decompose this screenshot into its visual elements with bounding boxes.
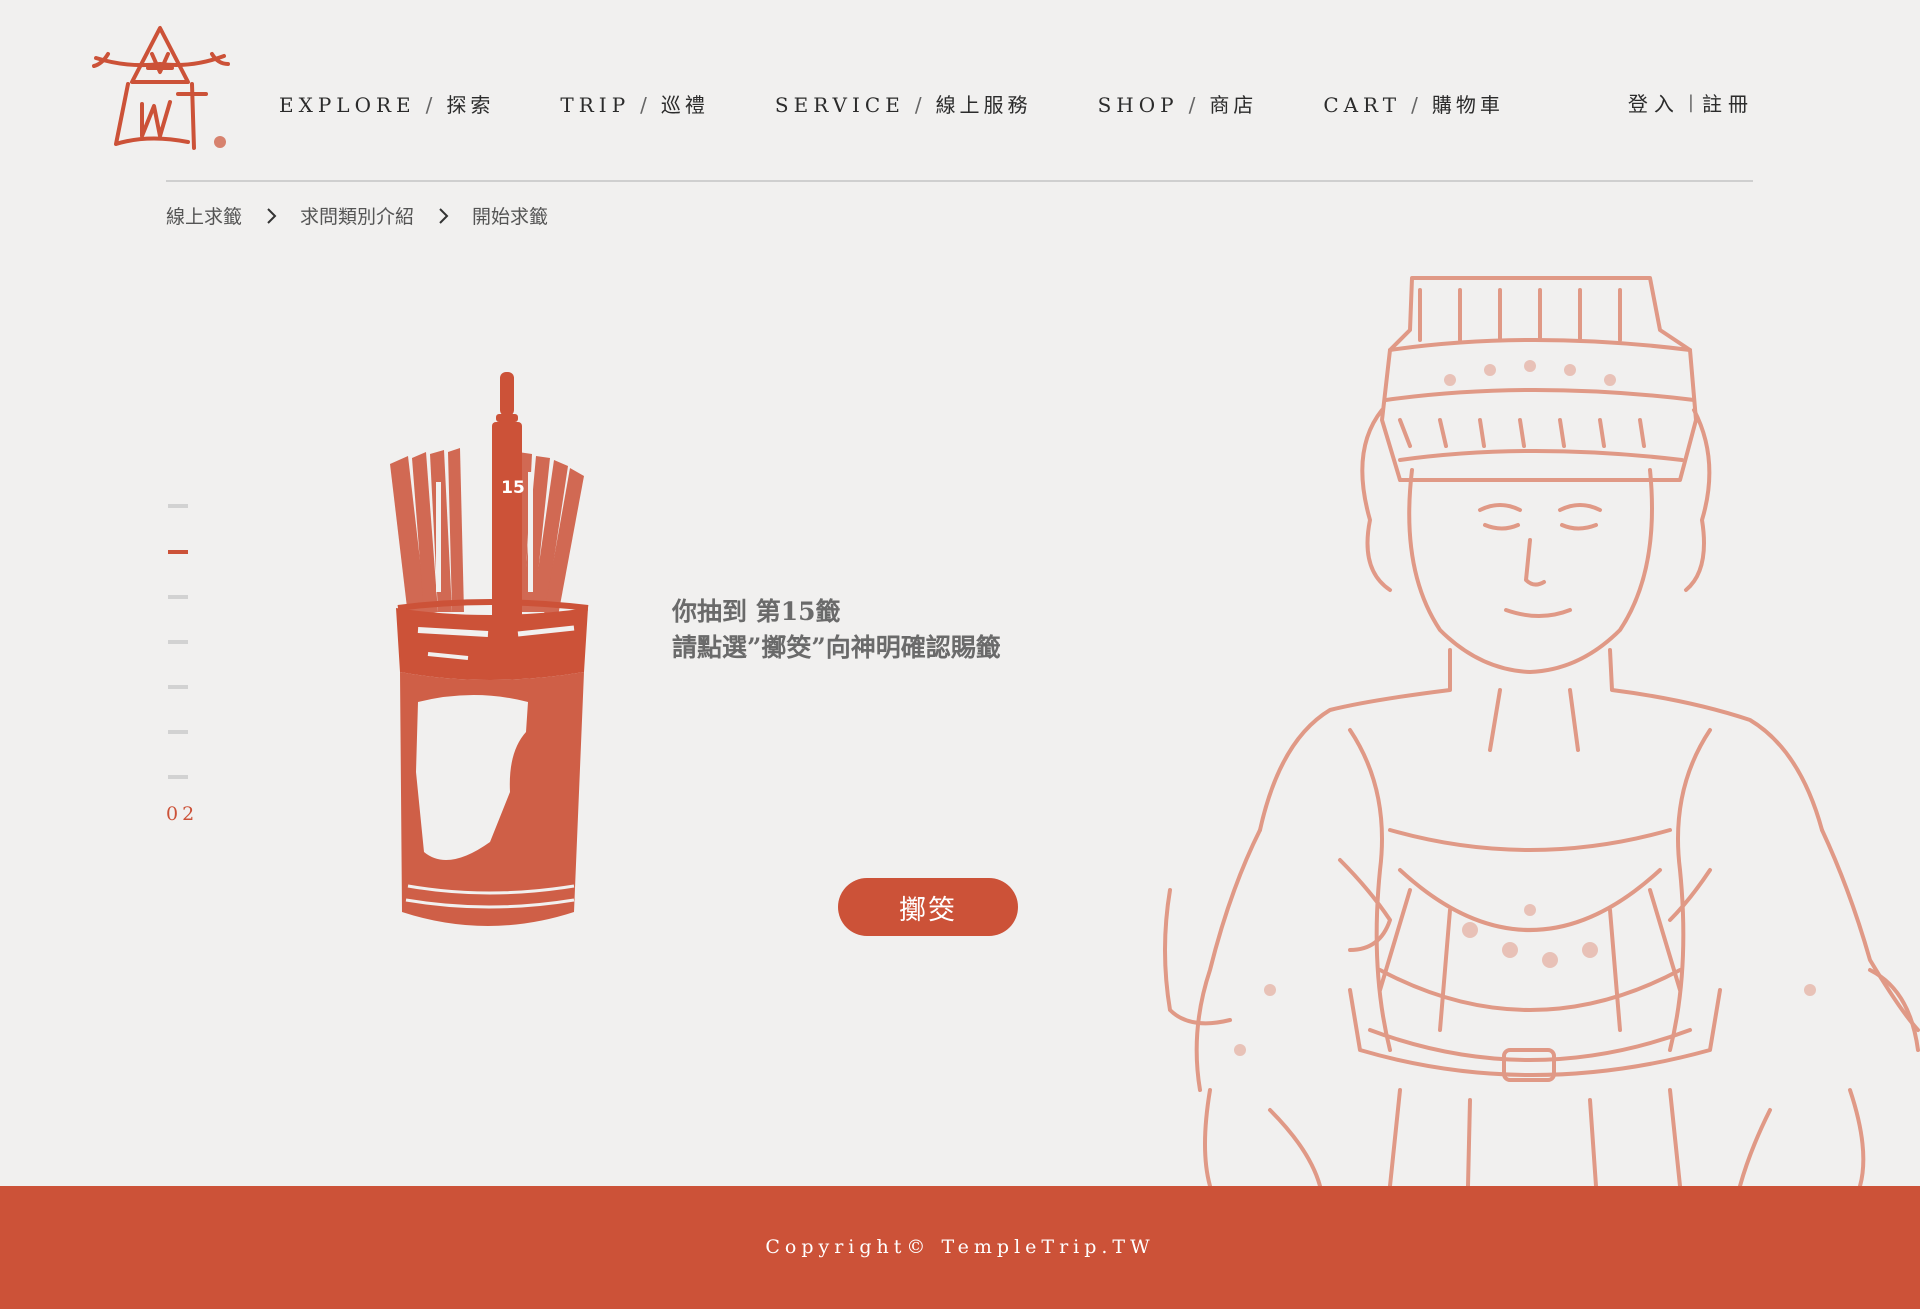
current-step-number: 02 bbox=[166, 803, 199, 825]
chevron-right-icon bbox=[267, 207, 277, 224]
temple-logo-icon bbox=[92, 26, 230, 150]
step-marker-7[interactable] bbox=[168, 775, 188, 779]
header-divider bbox=[166, 180, 1753, 182]
step-marker-1[interactable] bbox=[168, 504, 188, 508]
deity-sketch-illustration bbox=[1150, 270, 1920, 1188]
step-marker-3[interactable] bbox=[168, 595, 188, 599]
step-marker-2[interactable] bbox=[168, 550, 188, 554]
nav-trip-en: TRIP bbox=[560, 92, 631, 117]
main-nav: EXPLORE / 探索 TRIP / 巡禮 SERVICE / 線上服務 SHOP / 商店 … bbox=[279, 88, 1570, 118]
breadcrumb-category-intro[interactable]: 求問類別介紹 bbox=[300, 202, 414, 229]
copyright-text: Copyright© TempleTrip.TW bbox=[765, 1236, 1155, 1258]
nav-explore[interactable]: EXPLORE / 探索 bbox=[279, 89, 494, 118]
nav-cart-zh: 購物車 bbox=[1431, 92, 1504, 117]
nav-cart-en: CART bbox=[1323, 92, 1402, 117]
step-marker-5[interactable] bbox=[168, 685, 188, 689]
nav-separator: / bbox=[425, 92, 437, 117]
fortune-stick-cup: 15 bbox=[378, 372, 598, 934]
nav-explore-zh: 探索 bbox=[446, 92, 495, 117]
chevron-right-icon bbox=[439, 207, 449, 224]
nav-cart[interactable]: CART / 購物車 bbox=[1323, 89, 1504, 118]
fortune-result-text: 你抽到 第15籤 bbox=[672, 597, 841, 626]
site-footer: Copyright© TempleTrip.TW bbox=[0, 1186, 1920, 1309]
breadcrumb-start-fortune: 開始求籤 bbox=[472, 206, 549, 228]
nav-separator: / bbox=[1411, 92, 1422, 117]
throw-divination-blocks-button[interactable]: 擲筊 bbox=[838, 878, 1018, 936]
nav-shop-en: SHOP bbox=[1097, 92, 1179, 117]
mazu-deity-icon bbox=[1163, 276, 1920, 1188]
fortune-message: 你抽到 第15籤 請點選”擲筊”向神明確認賜籤 bbox=[672, 594, 1001, 666]
fortune-cup-illustration: 15 bbox=[390, 372, 589, 926]
drawn-stick-number: 15 bbox=[501, 478, 525, 498]
nav-shop[interactable]: SHOP / 商店 bbox=[1098, 89, 1258, 118]
auth-links: 登入 | 註冊 bbox=[1628, 88, 1754, 117]
step-marker-6[interactable] bbox=[168, 730, 188, 734]
nav-shop-zh: 商店 bbox=[1209, 92, 1258, 117]
login-link[interactable]: 登入 bbox=[1628, 88, 1680, 117]
nav-service-zh: 線上服務 bbox=[935, 92, 1032, 117]
nav-separator: / bbox=[1188, 92, 1200, 117]
breadcrumb: 線上求籤 求問類別介紹 開始求籤 bbox=[166, 202, 548, 229]
nav-explore-en: EXPLORE bbox=[279, 92, 416, 117]
nav-trip-zh: 巡禮 bbox=[660, 92, 709, 117]
auth-separator: | bbox=[1687, 92, 1694, 113]
step-marker-4[interactable] bbox=[168, 640, 188, 644]
nav-trip[interactable]: TRIP / 巡禮 bbox=[560, 89, 709, 118]
nav-separator: / bbox=[640, 92, 651, 117]
register-link[interactable]: 註冊 bbox=[1702, 88, 1754, 117]
nav-service-en: SERVICE bbox=[774, 92, 905, 117]
breadcrumb-online-fortune[interactable]: 線上求籤 bbox=[166, 202, 242, 229]
temple-logo[interactable] bbox=[88, 24, 232, 160]
fortune-instruction-text: 請點選”擲筊”向神明確認賜籤 bbox=[672, 633, 1001, 662]
nav-service[interactable]: SERVICE / 線上服務 bbox=[775, 89, 1032, 118]
nav-separator: / bbox=[914, 92, 926, 117]
